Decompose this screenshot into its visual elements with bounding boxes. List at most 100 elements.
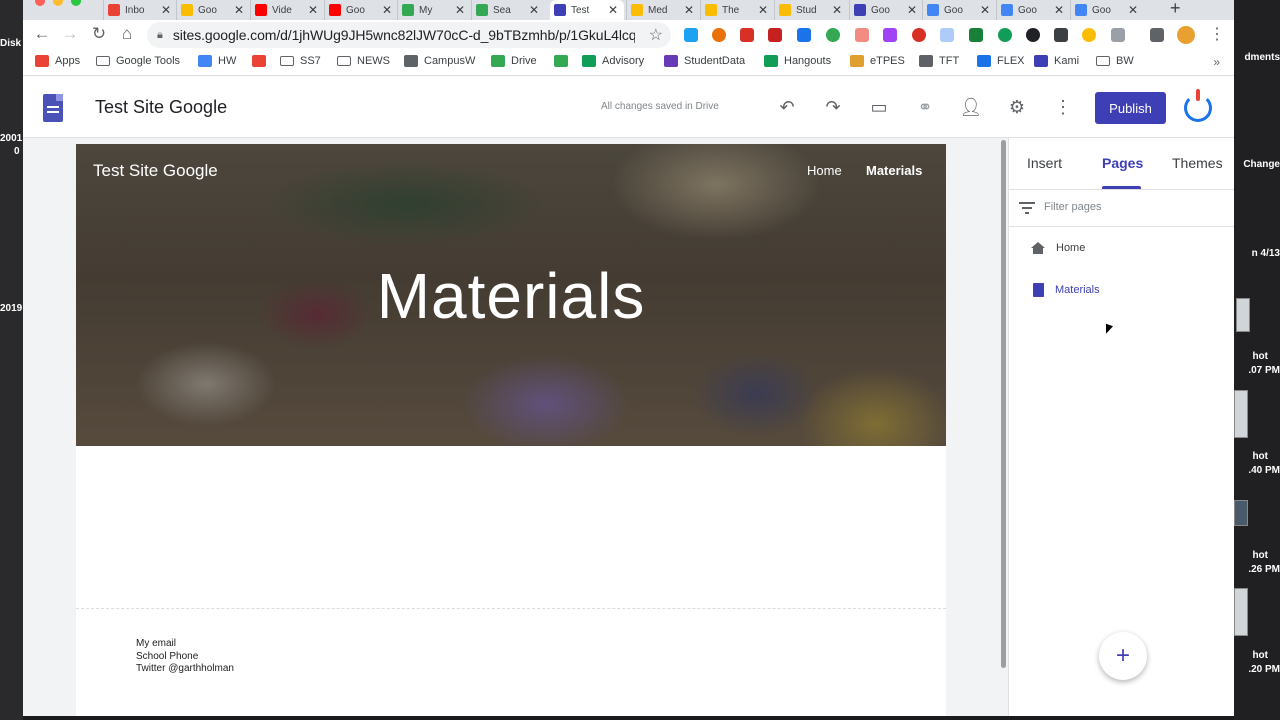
- desktop-label[interactable]: hot: [1252, 350, 1268, 363]
- desktop-label[interactable]: .20 PM: [1248, 663, 1280, 676]
- extension-icon[interactable]: [1054, 28, 1068, 42]
- bookmark-item[interactable]: FLEX: [977, 55, 1025, 67]
- nav-link-home[interactable]: Home: [807, 163, 842, 178]
- browser-tab[interactable]: My ✕: [397, 0, 471, 20]
- extension-icon[interactable]: [740, 28, 754, 42]
- browser-tab[interactable]: Goo ✕: [176, 0, 250, 20]
- new-tab-button[interactable]: +: [1170, 0, 1181, 19]
- header-banner-image[interactable]: Test Site Google Home Materials Material…: [76, 144, 946, 446]
- undo-icon[interactable]: ↶: [775, 97, 799, 118]
- more-options-icon[interactable]: ⋮: [1051, 97, 1075, 118]
- desktop-file-thumbnail[interactable]: [1234, 390, 1248, 438]
- tab-pages[interactable]: Pages: [1102, 155, 1143, 171]
- extension-icon[interactable]: [912, 28, 926, 42]
- browser-tab[interactable]: Sea ✕: [471, 0, 545, 20]
- close-tab-icon[interactable]: ✕: [832, 3, 842, 17]
- page-list-item-materials[interactable]: Materials: [1031, 283, 1100, 297]
- extension-icon[interactable]: [768, 28, 782, 42]
- browser-tab[interactable]: Goo ✕: [1070, 0, 1144, 20]
- close-tab-icon[interactable]: ✕: [529, 3, 539, 17]
- extension-icon[interactable]: [1082, 28, 1096, 42]
- desktop-label[interactable]: .26 PM: [1248, 563, 1280, 576]
- bookmark-item[interactable]: Advisory: [582, 55, 644, 67]
- bookmark-item[interactable]: TFT: [919, 55, 959, 67]
- publish-button[interactable]: Publish: [1095, 92, 1166, 124]
- desktop-label[interactable]: hot: [1252, 450, 1268, 463]
- share-add-person-icon[interactable]: 👤︎: [959, 97, 983, 118]
- close-tab-icon[interactable]: ✕: [234, 3, 244, 17]
- url-text[interactable]: sites.google.com/d/1jhWUg9JH5wnc82lJW70c…: [173, 27, 635, 43]
- close-tab-icon[interactable]: ✕: [684, 3, 694, 17]
- tab-insert[interactable]: Insert: [1027, 155, 1062, 171]
- back-button[interactable]: ←: [32, 24, 52, 44]
- extension-twitter-icon[interactable]: [684, 28, 698, 42]
- close-tab-icon[interactable]: ✕: [1128, 3, 1138, 17]
- desktop-label[interactable]: .07 PM: [1248, 364, 1280, 377]
- bookmark-item[interactable]: StudentData: [664, 55, 745, 67]
- preview-devices-icon[interactable]: ▭: [867, 97, 891, 118]
- desktop-file-thumbnail[interactable]: [1234, 500, 1248, 526]
- bookmark-star-icon[interactable]: ☆: [649, 25, 663, 45]
- google-sites-logo-icon[interactable]: [43, 94, 63, 122]
- bookmark-item[interactable]: Drive: [491, 55, 537, 67]
- extension-icon[interactable]: [712, 28, 726, 42]
- desktop-file-thumbnail[interactable]: [1234, 588, 1248, 636]
- page-title[interactable]: Materials: [76, 259, 946, 333]
- bookmark-item[interactable]: Kami: [1034, 55, 1079, 67]
- minimize-window-button[interactable]: [53, 0, 63, 6]
- desktop-file-thumbnail[interactable]: [1236, 298, 1250, 332]
- media-icon[interactable]: [1150, 28, 1164, 42]
- browser-tab[interactable]: Test ✕: [550, 0, 624, 20]
- close-tab-icon[interactable]: ✕: [455, 3, 465, 17]
- bookmark-item[interactable]: Google Tools: [96, 55, 180, 67]
- maximize-window-button[interactable]: [71, 0, 81, 6]
- desktop-label[interactable]: Change: [1243, 158, 1280, 171]
- tab-themes[interactable]: Themes: [1172, 155, 1223, 171]
- browser-tab[interactable]: Med ✕: [626, 0, 700, 20]
- nav-link-materials[interactable]: Materials: [866, 163, 922, 178]
- filter-pages-input[interactable]: Filter pages: [1044, 201, 1101, 213]
- avatar[interactable]: [1177, 26, 1195, 44]
- extension-icon[interactable]: [969, 28, 983, 42]
- page-footer[interactable]: My email School Phone Twitter @garthholm…: [136, 638, 234, 676]
- bookmark-item[interactable]: [554, 55, 574, 67]
- browser-tab[interactable]: Inbo ✕: [103, 0, 177, 20]
- bookmark-item[interactable]: NEWS: [337, 55, 390, 67]
- desktop-label[interactable]: .40 PM: [1248, 464, 1280, 477]
- extension-icon[interactable]: [998, 28, 1012, 42]
- filter-icon[interactable]: [1019, 202, 1035, 217]
- browser-tab[interactable]: Goo ✕: [849, 0, 923, 20]
- more-bookmarks-icon[interactable]: »: [1213, 55, 1220, 69]
- bookmark-item[interactable]: BW: [1096, 55, 1134, 67]
- bookmark-item[interactable]: CampusW: [404, 55, 475, 67]
- extension-icon[interactable]: [855, 28, 869, 42]
- close-window-button[interactable]: [35, 0, 45, 6]
- bookmark-item[interactable]: Hangouts: [764, 55, 831, 67]
- browser-tab[interactable]: Goo ✕: [922, 0, 996, 20]
- home-button[interactable]: ⌂: [117, 24, 137, 44]
- settings-gear-icon[interactable]: ⚙: [1005, 97, 1029, 118]
- page-header-site-title[interactable]: Test Site Google: [93, 161, 218, 181]
- desktop-label[interactable]: n 4/13: [1252, 247, 1280, 260]
- desktop-label[interactable]: hot: [1252, 549, 1268, 562]
- extension-icon[interactable]: [883, 28, 897, 42]
- bookmark-item[interactable]: HW: [198, 55, 236, 67]
- close-tab-icon[interactable]: ✕: [758, 3, 768, 17]
- browser-tab[interactable]: Goo ✕: [324, 0, 398, 20]
- close-tab-icon[interactable]: ✕: [161, 3, 171, 17]
- close-tab-icon[interactable]: ✕: [907, 3, 917, 17]
- account-power-icon[interactable]: [1184, 89, 1212, 122]
- bookmark-item[interactable]: eTPES: [850, 55, 905, 67]
- extension-icon[interactable]: [797, 28, 811, 42]
- desktop-label[interactable]: dments: [1244, 51, 1280, 64]
- redo-icon[interactable]: ↷: [821, 97, 845, 118]
- bookmark-item[interactable]: Apps: [35, 55, 80, 67]
- browser-tab[interactable]: Goo ✕: [996, 0, 1070, 20]
- canvas-scrollbar[interactable]: [1000, 138, 1008, 716]
- extension-icon[interactable]: [940, 28, 954, 42]
- forward-button[interactable]: →: [60, 24, 80, 44]
- close-tab-icon[interactable]: ✕: [308, 3, 318, 17]
- browser-tab[interactable]: The ✕: [700, 0, 774, 20]
- site-name[interactable]: Test Site Google: [95, 97, 227, 118]
- close-tab-icon[interactable]: ✕: [1054, 3, 1064, 17]
